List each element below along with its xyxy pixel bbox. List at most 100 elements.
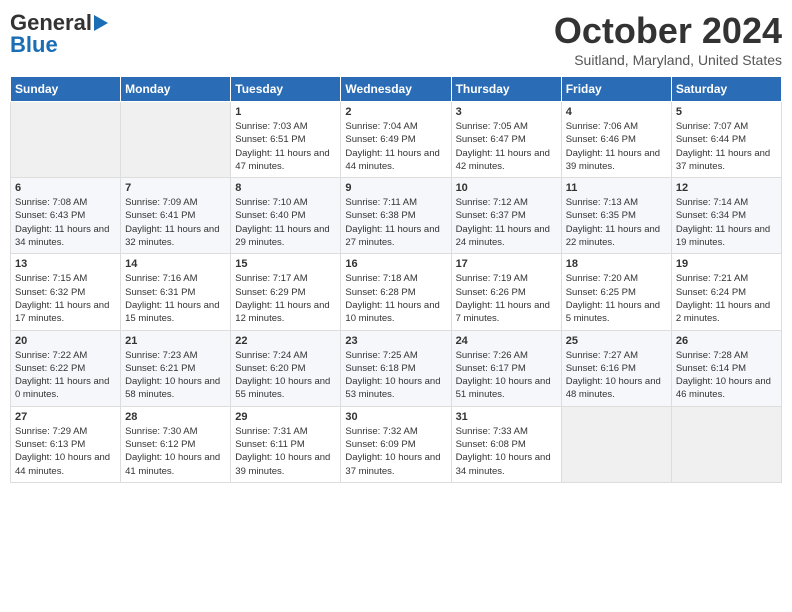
cell-sunrise: Sunrise: 7:31 AM [235, 426, 307, 437]
header-day-saturday: Saturday [671, 77, 781, 102]
cell-sunset: Sunset: 6:21 PM [125, 363, 195, 374]
cell-sunrise: Sunrise: 7:15 AM [15, 273, 87, 284]
day-number: 25 [566, 335, 667, 347]
day-number: 19 [676, 258, 777, 270]
header-day-monday: Monday [121, 77, 231, 102]
cell-sunrise: Sunrise: 7:16 AM [125, 273, 197, 284]
cell-sunset: Sunset: 6:34 PM [676, 210, 746, 221]
title-block: October 2024 Suitland, Maryland, United … [554, 10, 782, 68]
cell-sunrise: Sunrise: 7:19 AM [456, 273, 528, 284]
cell-daylight: Daylight: 11 hours and 12 minutes. [235, 300, 329, 324]
day-number: 7 [125, 182, 226, 194]
day-number: 20 [15, 335, 116, 347]
cell-daylight: Daylight: 11 hours and 37 minutes. [676, 148, 770, 172]
cell-daylight: Daylight: 11 hours and 0 minutes. [15, 376, 109, 400]
cell-daylight: Daylight: 11 hours and 2 minutes. [676, 300, 770, 324]
page-header: General Blue October 2024 Suitland, Mary… [10, 10, 782, 68]
calendar-cell: 22Sunrise: 7:24 AMSunset: 6:20 PMDayligh… [231, 330, 341, 406]
cell-daylight: Daylight: 11 hours and 10 minutes. [345, 300, 439, 324]
calendar-cell: 16Sunrise: 7:18 AMSunset: 6:28 PMDayligh… [341, 254, 451, 330]
calendar-cell: 20 Sunrise: 7:22 AM Sunset: 6:22 PM Dayligh… [11, 330, 121, 406]
day-number: 13 [15, 258, 116, 270]
calendar-cell: 8Sunrise: 7:10 AMSunset: 6:40 PMDaylight… [231, 178, 341, 254]
calendar-cell: 6Sunrise: 7:08 AMSunset: 6:43 PMDaylight… [11, 178, 121, 254]
cell-sunrise: Sunrise: 7:03 AM [235, 121, 307, 132]
calendar-cell: 10Sunrise: 7:12 AMSunset: 6:37 PMDayligh… [451, 178, 561, 254]
cell-daylight: Daylight: 11 hours and 22 minutes. [566, 224, 660, 248]
cell-daylight: Daylight: 11 hours and 47 minutes. [235, 148, 329, 172]
day-number: 30 [345, 411, 446, 423]
cell-daylight: Daylight: 10 hours and 51 minutes. [456, 376, 551, 400]
calendar-cell [11, 102, 121, 178]
cell-sunset: Sunset: 6:22 PM [15, 363, 85, 374]
cell-daylight: Daylight: 10 hours and 37 minutes. [345, 452, 440, 476]
month-title: October 2024 [554, 10, 782, 52]
cell-sunrise: Sunrise: 7:06 AM [566, 121, 638, 132]
calendar-cell: 27Sunrise: 7:29 AMSunset: 6:13 PMDayligh… [11, 406, 121, 482]
cell-sunset: Sunset: 6:25 PM [566, 287, 636, 298]
week-row-2: 6Sunrise: 7:08 AMSunset: 6:43 PMDaylight… [11, 178, 782, 254]
cell-daylight: Daylight: 11 hours and 15 minutes. [125, 300, 219, 324]
cell-sunset: Sunset: 6:38 PM [345, 210, 415, 221]
calendar-table: SundayMondayTuesdayWednesdayThursdayFrid… [10, 76, 782, 483]
logo-arrow-icon [94, 15, 108, 31]
cell-sunrise: Sunrise: 7:10 AM [235, 197, 307, 208]
cell-sunset: Sunset: 6:37 PM [456, 210, 526, 221]
cell-sunrise: Sunrise: 7:29 AM [15, 426, 87, 437]
cell-sunset: Sunset: 6:08 PM [456, 439, 526, 450]
cell-daylight: Daylight: 10 hours and 39 minutes. [235, 452, 330, 476]
calendar-cell: 21Sunrise: 7:23 AMSunset: 6:21 PMDayligh… [121, 330, 231, 406]
calendar-cell: 18 Sunrise: 7:20 AM Sunset: 6:25 PM Dayligh… [561, 254, 671, 330]
calendar-cell [121, 102, 231, 178]
cell-sunrise: Sunrise: 7:20 AM [566, 273, 638, 284]
calendar-cell: 28Sunrise: 7:30 AMSunset: 6:12 PMDayligh… [121, 406, 231, 482]
cell-daylight: Daylight: 10 hours and 34 minutes. [456, 452, 551, 476]
calendar-cell: 13Sunrise: 7:15 AMSunset: 6:32 PMDayligh… [11, 254, 121, 330]
day-number: 26 [676, 335, 777, 347]
cell-sunset: Sunset: 6:09 PM [345, 439, 415, 450]
calendar-cell: 30Sunrise: 7:32 AMSunset: 6:09 PMDayligh… [341, 406, 451, 482]
day-number: 27 [15, 411, 116, 423]
calendar-cell: 4Sunrise: 7:06 AMSunset: 6:46 PMDaylight… [561, 102, 671, 178]
cell-daylight: Daylight: 11 hours and 29 minutes. [235, 224, 329, 248]
calendar-cell: 26Sunrise: 7:28 AMSunset: 6:14 PMDayligh… [671, 330, 781, 406]
cell-sunrise: Sunrise: 7:27 AM [566, 350, 638, 361]
day-number: 18 [566, 258, 667, 270]
day-number: 4 [566, 106, 667, 118]
calendar-cell: 25Sunrise: 7:27 AMSunset: 6:16 PMDayligh… [561, 330, 671, 406]
cell-sunset: Sunset: 6:18 PM [345, 363, 415, 374]
header-day-friday: Friday [561, 77, 671, 102]
cell-sunset: Sunset: 6:49 PM [345, 134, 415, 145]
cell-sunrise: Sunrise: 7:18 AM [345, 273, 417, 284]
day-number: 9 [345, 182, 446, 194]
cell-sunrise: Sunrise: 7:24 AM [235, 350, 307, 361]
cell-sunset: Sunset: 6:24 PM [676, 287, 746, 298]
cell-sunrise: Sunrise: 7:22 AM [15, 350, 87, 361]
cell-sunrise: Sunrise: 7:13 AM [566, 197, 638, 208]
week-row-1: 1Sunrise: 7:03 AMSunset: 6:51 PMDaylight… [11, 102, 782, 178]
calendar-cell: 14 Sunrise: 7:16 AM Sunset: 6:31 PM Dayligh… [121, 254, 231, 330]
cell-daylight: Daylight: 10 hours and 53 minutes. [345, 376, 440, 400]
cell-daylight: Daylight: 11 hours and 5 minutes. [566, 300, 660, 324]
calendar-body: 1Sunrise: 7:03 AMSunset: 6:51 PMDaylight… [11, 102, 782, 483]
cell-sunrise: Sunrise: 7:09 AM [125, 197, 197, 208]
week-row-4: 20 Sunrise: 7:22 AM Sunset: 6:22 PM Dayligh… [11, 330, 782, 406]
day-number: 14 [125, 258, 226, 270]
cell-sunset: Sunset: 6:31 PM [125, 287, 195, 298]
cell-sunset: Sunset: 6:13 PM [15, 439, 85, 450]
cell-sunrise: Sunrise: 7:04 AM [345, 121, 417, 132]
cell-sunset: Sunset: 6:12 PM [125, 439, 195, 450]
cell-sunrise: Sunrise: 7:30 AM [125, 426, 197, 437]
cell-sunset: Sunset: 6:28 PM [345, 287, 415, 298]
week-row-5: 27 Sunrise: 7:29 AM Sunset: 6:13 PM Dayligh… [11, 406, 782, 482]
cell-sunrise: Sunrise: 7:17 AM [235, 273, 307, 284]
calendar-cell: 17Sunrise: 7:19 AMSunset: 6:26 PMDayligh… [451, 254, 561, 330]
cell-sunset: Sunset: 6:35 PM [566, 210, 636, 221]
calendar-cell: 15Sunrise: 7:17 AMSunset: 6:29 PMDayligh… [231, 254, 341, 330]
cell-daylight: Daylight: 11 hours and 39 minutes. [566, 148, 660, 172]
calendar-cell: 24Sunrise: 7:26 AMSunset: 6:17 PMDayligh… [451, 330, 561, 406]
cell-daylight: Daylight: 11 hours and 7 minutes. [456, 300, 550, 324]
day-number: 31 [456, 411, 557, 423]
day-number: 17 [456, 258, 557, 270]
calendar-cell: 9Sunrise: 7:11 AMSunset: 6:38 PMDaylight… [341, 178, 451, 254]
